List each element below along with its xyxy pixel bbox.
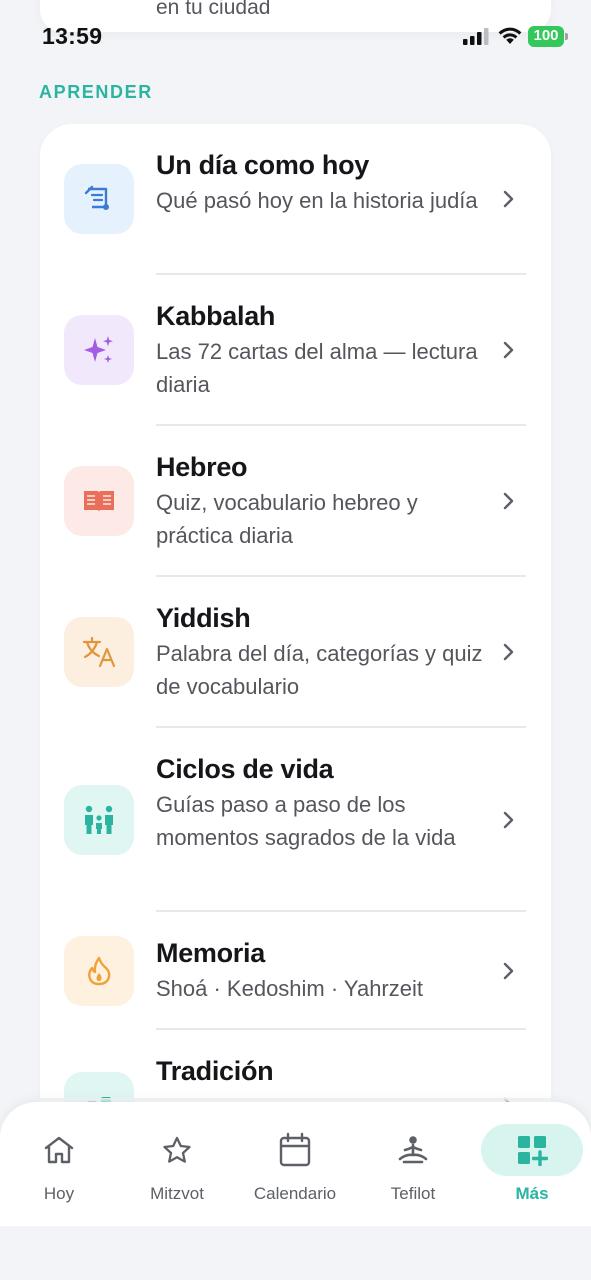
tab-mitzvot[interactable]: Mitzvot: [118, 1102, 236, 1226]
learn-list-card: Un día como hoy Qué pasó hoy en la histo…: [40, 124, 551, 1164]
translate-icon: [64, 617, 134, 687]
battery-percent: 100: [533, 27, 559, 44]
home-indicator-area: [0, 1226, 591, 1280]
chevron-right-icon: [503, 643, 514, 661]
tab-label: Más: [515, 1184, 549, 1203]
list-item-kabbalah[interactable]: Kabbalah Las 72 cartas del alma — lectur…: [40, 275, 551, 426]
star-icon: [118, 1130, 236, 1170]
bottom-tab-bar: Hoy Mitzvot Calendario Tefilot Más: [0, 1102, 591, 1226]
item-title: Hebreo: [156, 452, 248, 482]
calendar-icon: [236, 1130, 354, 1170]
chevron-right-icon: [503, 811, 514, 829]
item-subtitle: Las 72 cartas del alma — lectura diaria: [156, 339, 478, 397]
cellular-signal-icon: [463, 28, 489, 45]
status-bar: 13:59 100: [0, 18, 591, 58]
wifi-icon: [498, 27, 522, 44]
book-open-icon: [64, 466, 134, 536]
list-item-yiddish[interactable]: Yiddish Palabra del día, categorías y qu…: [40, 577, 551, 728]
item-subtitle: Palabra del día, categorías y quiz de vo…: [156, 641, 483, 699]
previous-card-text: en tu ciudad: [156, 0, 271, 19]
item-subtitle: Quiz, vocabulario hebreo y práctica diar…: [156, 490, 418, 548]
flame-icon: [64, 936, 134, 1006]
item-subtitle: Guías paso a paso de los momentos sagrad…: [156, 792, 456, 850]
item-title: Tradición: [156, 1056, 274, 1086]
home-icon: [0, 1130, 118, 1170]
tab-label: Mitzvot: [150, 1184, 204, 1203]
status-time: 13:59: [42, 23, 103, 49]
history-scroll-icon: [64, 164, 134, 234]
item-subtitle: Qué pasó hoy en la historia judía: [156, 188, 478, 213]
list-item-un-dia-como-hoy[interactable]: Un día como hoy Qué pasó hoy en la histo…: [40, 124, 551, 275]
chevron-right-icon: [503, 190, 514, 208]
tab-label: Tefilot: [390, 1184, 436, 1203]
item-title: Un día como hoy: [156, 150, 370, 180]
sparkles-icon: [64, 315, 134, 385]
tab-label: Hoy: [43, 1184, 75, 1203]
item-title: Kabbalah: [156, 301, 276, 331]
chevron-right-icon: [503, 341, 514, 359]
tab-calendario[interactable]: Calendario: [236, 1102, 354, 1226]
item-title: Yiddish: [156, 603, 251, 633]
tab-label: Calendario: [253, 1184, 337, 1203]
chevron-right-icon: [503, 492, 514, 510]
section-label: APRENDER: [39, 82, 153, 102]
grid-plus-icon: [473, 1130, 591, 1170]
item-title: Memoria: [156, 938, 265, 968]
tab-hoy[interactable]: Hoy: [0, 1102, 118, 1226]
list-item-ciclos-de-vida[interactable]: Ciclos de vida Guías paso a paso de los …: [40, 728, 551, 912]
list-item-hebreo[interactable]: Hebreo Quiz, vocabulario hebreo y prácti…: [40, 426, 551, 577]
prayer-person-icon: [354, 1130, 472, 1170]
tab-mas[interactable]: Más: [472, 1102, 590, 1226]
battery-indicator: 100: [528, 26, 568, 47]
item-subtitle: Shoá · Kedoshim · Yahrzeit: [156, 976, 423, 1001]
item-title: Ciclos de vida: [156, 754, 334, 784]
tab-tefilot[interactable]: Tefilot: [354, 1102, 472, 1226]
family-icon: [64, 785, 134, 855]
list-item-memoria[interactable]: Memoria Shoá · Kedoshim · Yahrzeit: [40, 912, 551, 1030]
chevron-right-icon: [503, 962, 514, 980]
